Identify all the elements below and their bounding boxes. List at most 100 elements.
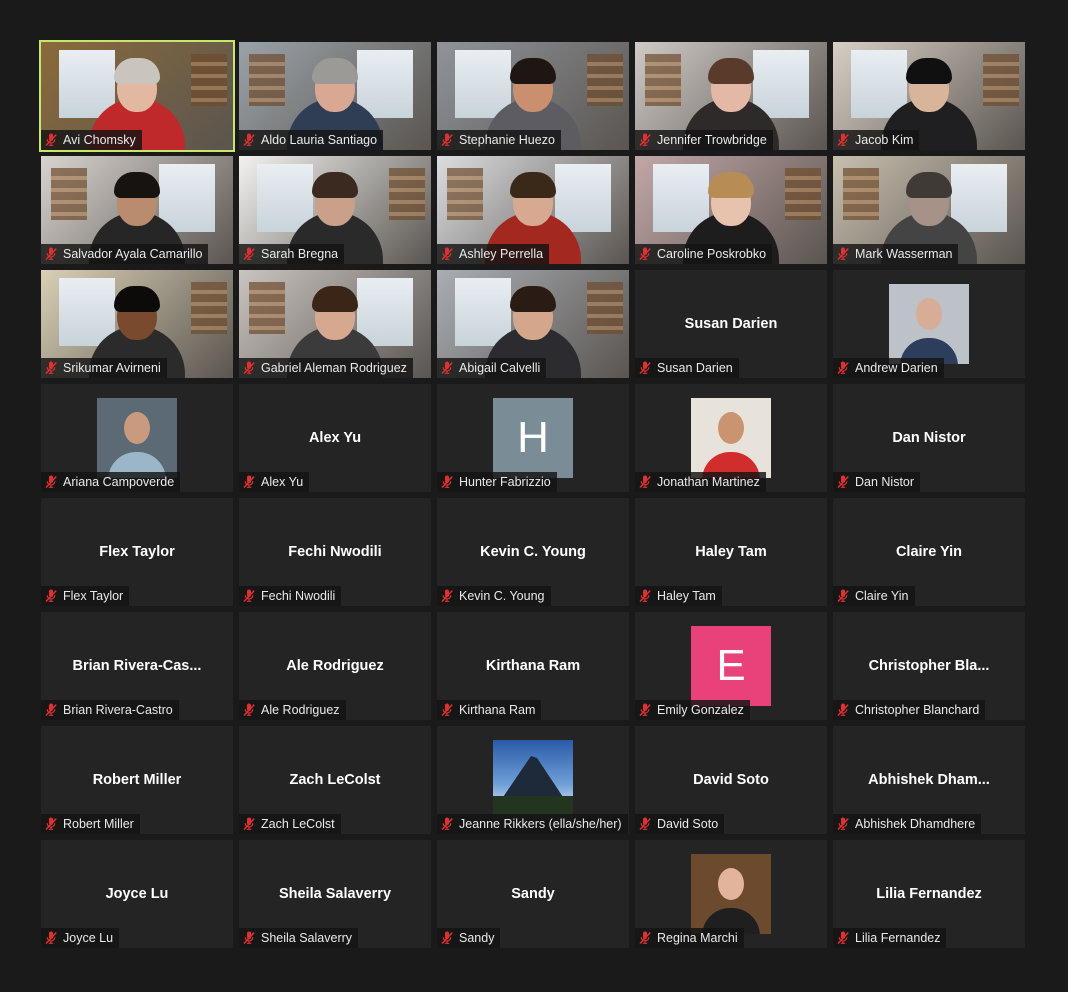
muted-microphone-icon	[836, 703, 850, 717]
participant-display-name: Sandy	[511, 886, 555, 902]
participant-tile-andrew-darien[interactable]: Andrew Darien	[833, 270, 1025, 378]
participant-tile-jeanne-rikkers-ella-she-her[interactable]: Jeanne Rikkers (ella/she/her)	[437, 726, 629, 834]
participant-tile-abhishek-dhamdhere[interactable]: Abhishek Dham... Abhishek Dhamdhere	[833, 726, 1025, 834]
participant-tile-haley-tam[interactable]: Haley Tam Haley Tam	[635, 498, 827, 606]
participant-name: Stephanie Huezo	[459, 133, 555, 147]
participant-name-label: Abigail Calvelli	[437, 358, 547, 378]
participant-tile-joyce-lu[interactable]: Joyce Lu Joyce Lu	[41, 840, 233, 948]
participant-tile-caroline-poskrobko[interactable]: Caroline Poskrobko	[635, 156, 827, 264]
participant-name: Andrew Darien	[855, 361, 938, 375]
muted-microphone-icon	[440, 133, 454, 147]
participant-display-name: Robert Miller	[92, 772, 182, 788]
participant-name-label: Stephanie Huezo	[437, 130, 561, 150]
participant-tile-susan-darien[interactable]: Susan Darien Susan Darien	[635, 270, 827, 378]
participant-tile-david-soto[interactable]: David Soto David Soto	[635, 726, 827, 834]
participant-name: Abigail Calvelli	[459, 361, 541, 375]
participant-tile-ashley-perrella[interactable]: Ashley Perrella	[437, 156, 629, 264]
participant-tile-flex-taylor[interactable]: Flex Taylor Flex Taylor	[41, 498, 233, 606]
participant-tile-ale-rodriguez[interactable]: Ale Rodriguez Ale Rodriguez	[239, 612, 431, 720]
muted-microphone-icon	[242, 361, 256, 375]
participant-name-label: Abhishek Dhamdhere	[833, 814, 982, 834]
participant-name: Kirthana Ram	[459, 703, 536, 717]
participant-gallery: Avi Chomsky Aldo Lauria Santiago Stephanie…	[39, 40, 1027, 950]
participant-name: Emily Gonzalez	[657, 703, 744, 717]
participant-tile-abigail-calvelli[interactable]: Abigail Calvelli	[437, 270, 629, 378]
participant-tile-hunter-fabrizzio[interactable]: H Hunter Fabrizzio	[437, 384, 629, 492]
profile-photo	[97, 398, 177, 478]
muted-microphone-icon	[44, 703, 58, 717]
participant-tile-srikumar-avirneni[interactable]: Srikumar Avirneni	[41, 270, 233, 378]
participant-name: Ale Rodriguez	[261, 703, 340, 717]
participant-tile-gabriel-aleman-rodriguez[interactable]: Gabriel Aleman Rodriguez	[239, 270, 431, 378]
participant-name: Sheila Salaverry	[261, 931, 353, 945]
participant-display-name: Zach LeColst	[289, 772, 381, 788]
participant-tile-sandy[interactable]: Sandy Sandy	[437, 840, 629, 948]
participant-tile-kevin-c-young[interactable]: Kevin C. Young Kevin C. Young	[437, 498, 629, 606]
participant-display-name: Susan Darien	[684, 316, 778, 332]
participant-name: Abhishek Dhamdhere	[855, 817, 976, 831]
muted-microphone-icon	[44, 589, 58, 603]
participant-name: Zach LeColst	[261, 817, 335, 831]
participant-tile-brian-rivera-castro[interactable]: Brian Rivera-Cas... Brian Rivera-Castro	[41, 612, 233, 720]
muted-microphone-icon	[44, 361, 58, 375]
participant-name-label: Sarah Bregna	[239, 244, 345, 264]
participant-name: David Soto	[657, 817, 719, 831]
participant-tile-mark-wasserman[interactable]: Mark Wasserman	[833, 156, 1025, 264]
participant-name-label: Flex Taylor	[41, 586, 130, 606]
participant-tile-avi-chomsky[interactable]: Avi Chomsky	[39, 40, 235, 152]
muted-microphone-icon	[836, 361, 850, 375]
participant-tile-stephanie-huezo[interactable]: Stephanie Huezo	[437, 42, 629, 150]
participant-tile-kirthana-ram[interactable]: Kirthana Ram Kirthana Ram	[437, 612, 629, 720]
participant-tile-jennifer-trowbridge[interactable]: Jennifer Trowbridge	[635, 42, 827, 150]
participant-name-label: Ariana Campoverde	[41, 472, 181, 492]
participant-tile-fechi-nwodili[interactable]: Fechi Nwodili Fechi Nwodili	[239, 498, 431, 606]
muted-microphone-icon	[242, 133, 256, 147]
participant-tile-christopher-blanchard[interactable]: Christopher Bla... Christopher Blanchard	[833, 612, 1025, 720]
participant-tile-jonathan-martinez[interactable]: Jonathan Martinez	[635, 384, 827, 492]
participant-tile-alex-yu[interactable]: Alex Yu Alex Yu	[239, 384, 431, 492]
participant-name: Ariana Campoverde	[63, 475, 175, 489]
participant-name-label: Aldo Lauria Santiago	[239, 130, 384, 150]
participant-tile-emily-gonzalez[interactable]: E Emily Gonzalez	[635, 612, 827, 720]
participant-name: Jacob Kim	[855, 133, 914, 147]
participant-tile-sheila-salaverry[interactable]: Sheila Salaverry Sheila Salaverry	[239, 840, 431, 948]
participant-tile-jacob-kim[interactable]: Jacob Kim	[833, 42, 1025, 150]
participant-name: Srikumar Avirneni	[63, 361, 161, 375]
participant-name: Salvador Ayala Camarillo	[63, 247, 203, 261]
muted-microphone-icon	[44, 133, 58, 147]
participant-name-label: Sheila Salaverry	[239, 928, 359, 948]
muted-microphone-icon	[242, 247, 256, 261]
participant-name-label: Jacob Kim	[833, 130, 920, 150]
participant-name: Haley Tam	[657, 589, 716, 603]
participant-name: Dan Nistor	[855, 475, 915, 489]
participant-display-name: Kevin C. Young	[480, 544, 586, 560]
muted-microphone-icon	[44, 817, 58, 831]
participant-name-label: Andrew Darien	[833, 358, 944, 378]
participant-tile-dan-nistor[interactable]: Dan Nistor Dan Nistor	[833, 384, 1025, 492]
participant-name-label: Jennifer Trowbridge	[635, 130, 773, 150]
participant-name-label: Jeanne Rikkers (ella/she/her)	[437, 814, 628, 834]
participant-name: Aldo Lauria Santiago	[261, 133, 378, 147]
participant-name: Joyce Lu	[63, 931, 114, 945]
muted-microphone-icon	[638, 133, 652, 147]
participant-tile-claire-yin[interactable]: Claire Yin Claire Yin	[833, 498, 1025, 606]
participant-display-name: Christopher Bla...	[868, 658, 990, 674]
participant-tile-aldo-lauria-santiago[interactable]: Aldo Lauria Santiago	[239, 42, 431, 150]
participant-name-label: Haley Tam	[635, 586, 722, 606]
participant-tile-lilia-fernandez[interactable]: Lilia Fernandez Lilia Fernandez	[833, 840, 1025, 948]
participant-tile-salvador-ayala-camarillo[interactable]: Salvador Ayala Camarillo	[41, 156, 233, 264]
participant-tile-regina-marchi[interactable]: Regina Marchi	[635, 840, 827, 948]
participant-tile-ariana-campoverde[interactable]: Ariana Campoverde	[41, 384, 233, 492]
muted-microphone-icon	[242, 817, 256, 831]
profile-photo	[493, 740, 573, 820]
muted-microphone-icon	[836, 247, 850, 261]
participant-name-label: Lilia Fernandez	[833, 928, 947, 948]
participant-tile-sarah-bregna[interactable]: Sarah Bregna	[239, 156, 431, 264]
profile-photo	[691, 854, 771, 934]
muted-microphone-icon	[242, 589, 256, 603]
participant-tile-robert-miller[interactable]: Robert Miller Robert Miller	[41, 726, 233, 834]
participant-tile-zach-lecolst[interactable]: Zach LeColst Zach LeColst	[239, 726, 431, 834]
participant-display-name: Brian Rivera-Cas...	[72, 658, 202, 674]
muted-microphone-icon	[836, 931, 850, 945]
muted-microphone-icon	[638, 703, 652, 717]
